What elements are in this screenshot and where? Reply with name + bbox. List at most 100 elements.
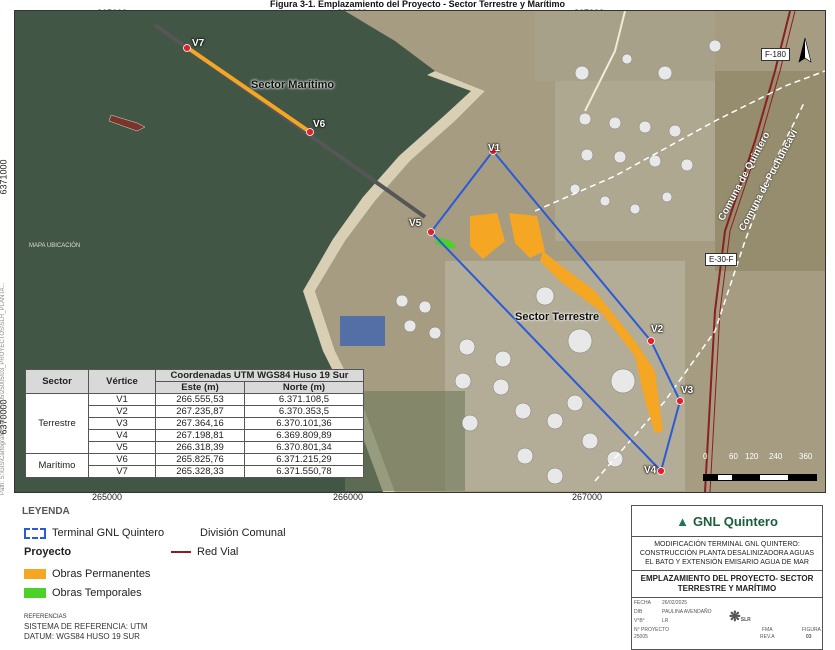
- cell-maritimo: Marítimo: [25, 453, 89, 478]
- road-label-f180: F-180: [761, 48, 790, 61]
- coord-y-left-1: 6371000: [0, 159, 9, 195]
- ref-1: SISTEMA DE REFERENCIA: UTM: [24, 622, 148, 631]
- th-sector: Sector: [25, 369, 89, 394]
- scale-label-360: 360: [799, 452, 813, 461]
- legend-temporales: Obras Temporales: [24, 587, 142, 599]
- legend-terminal: Terminal GNL Quintero: [24, 527, 164, 539]
- legend-permanentes: Obras Permanentes: [24, 568, 150, 580]
- slr-brand: SLR: [740, 617, 751, 623]
- cell-vertex: V4: [88, 429, 156, 442]
- vertex-label-v6: V6: [313, 119, 326, 130]
- vertex-label-v5: V5: [409, 218, 422, 229]
- cell-vertex: V7: [88, 465, 156, 478]
- cell-este: 267.198,81: [155, 429, 245, 442]
- temporal-swatch-icon: [24, 588, 46, 598]
- table-row: Terrestre V1 266.555,53 6.371.108,5: [25, 393, 364, 454]
- legend-proyecto-label: Proyecto: [24, 546, 72, 558]
- legend-temporales-label: Obras Temporales: [52, 587, 142, 599]
- references: REFERENCIAS SISTEMA DE REFERENCIA: UTM D…: [24, 612, 148, 642]
- th-este: Este (m): [155, 381, 245, 394]
- cell-vertex: V1: [88, 393, 156, 406]
- rev-value: REV.A: [760, 634, 775, 640]
- gnl-brand: GNL Quintero: [692, 513, 778, 529]
- map-frame[interactable]: V7 V6 V1 V5 V2 V3 V4 Sector Marítimo Sec…: [14, 10, 826, 493]
- th-vertice: Vértice: [88, 369, 156, 394]
- coord-x-bottom-2: 266000: [333, 492, 364, 502]
- vertex-v3: [676, 397, 684, 405]
- slr-logo-icon: ❋: [729, 608, 741, 624]
- vertex-v4: [657, 467, 665, 475]
- legend-title: LEYENDA: [22, 506, 70, 517]
- coord-x-bottom-1: 265000: [92, 492, 123, 502]
- vertex-label-v2: V2: [651, 324, 664, 335]
- vertex-label-v4: V4: [644, 465, 657, 476]
- cell-este: 265.328,33: [155, 465, 245, 478]
- sector-maritimo-label: Sector Marítimo: [251, 79, 335, 91]
- legend-permanentes-label: Obras Permanentes: [52, 568, 151, 580]
- cell-norte: 6.370.353,5: [244, 405, 364, 418]
- cell-norte: 6.371.550,78: [244, 465, 364, 478]
- project-description: MODIFICACIÓN TERMINAL GNL QUINTERO: CONS…: [632, 537, 822, 571]
- vertex-label-v7: V7: [192, 38, 205, 49]
- legend-division: División Comunal: [200, 527, 286, 539]
- th-norte: Norte (m): [244, 381, 364, 394]
- file-path: Path: S:\GIS\Cartografia\Setup\25005\250…: [0, 282, 6, 495]
- coord-x-bottom-3: 267000: [572, 492, 603, 502]
- vb-label: V°B°: [634, 618, 645, 624]
- title-block: ▲ GNL Quintero MODIFICACIÓN TERMINAL GNL…: [631, 505, 823, 650]
- road-swatch-icon: [171, 551, 191, 553]
- cell-norte: 6.369.809,89: [244, 429, 364, 442]
- legend-red-vial: Red Vial: [171, 546, 238, 558]
- cell-norte: 6.371.215,29: [244, 453, 364, 466]
- project-emplazamiento: EMPLAZAMIENTO DEL PROYECTO- SECTOR TERRE…: [632, 571, 822, 598]
- figura-label: FIGURA: [802, 627, 821, 633]
- road-label-e30f: E-30-F: [705, 253, 738, 266]
- coordinates-table: Sector Vértice Coordenadas UTM WGS84 Hus…: [25, 369, 364, 478]
- legend-terminal-label: Terminal GNL Quintero: [52, 527, 165, 539]
- cell-este: 265.825,76: [155, 453, 245, 466]
- dib-value: PAULINA AVENDAÑO: [662, 609, 712, 615]
- gnl-logo-icon: ▲: [676, 513, 689, 529]
- permanent-swatch-icon: [24, 569, 46, 579]
- scale-label-120: 120: [745, 452, 759, 461]
- cell-vertex: V6: [88, 453, 156, 466]
- legend-division-label: División Comunal: [200, 527, 286, 539]
- fecha-label: FECHA: [634, 600, 651, 606]
- cell-este: 267.364,16: [155, 417, 245, 430]
- terminal-swatch-icon: [24, 527, 46, 539]
- legend: LEYENDA Terminal GNL Quintero División C…: [14, 506, 614, 646]
- table-row: Marítimo V6 265.825,76 6.371.215,29: [25, 453, 364, 478]
- dib-label: DIB: [634, 609, 643, 615]
- title-block-meta: FECHA 26/02/2025 DIB PAULINA AVENDAÑO V°…: [632, 598, 822, 642]
- vertex-label-v1: V1: [488, 143, 501, 154]
- scale-label-0: 0: [703, 452, 708, 461]
- legend-red-vial-label: Red Vial: [197, 546, 239, 558]
- cell-este: 266.318,39: [155, 441, 245, 454]
- legend-proyecto: Proyecto: [24, 546, 71, 558]
- cell-este: 266.555,53: [155, 393, 245, 406]
- cell-norte: 6.371.108,5: [244, 393, 364, 406]
- vertex-v5: [427, 228, 435, 236]
- blue-buildings: [340, 316, 385, 346]
- scale-label-60: 60: [729, 452, 738, 461]
- refs-title: REFERENCIAS: [24, 614, 67, 620]
- gnl-logo: ▲ GNL Quintero: [632, 506, 822, 537]
- scale-label-240: 240: [769, 452, 783, 461]
- scale-bar: 0 60 120 240 360: [703, 452, 817, 481]
- sector-terrestre-label: Sector Terrestre: [515, 311, 600, 323]
- rev-label: FMA: [762, 627, 773, 633]
- slr-logo: ❋SLR: [729, 608, 751, 625]
- cell-vertex: V3: [88, 417, 156, 430]
- th-coordenadas: Coordenadas UTM WGS84 Huso 19 Sur: [155, 369, 364, 382]
- fecha-value: 26/02/2025: [662, 600, 688, 606]
- proyecto-label: N° PROYECTO: [634, 627, 669, 633]
- cell-norte: 6.370.101,36: [244, 417, 364, 430]
- vertex-label-v3: V3: [681, 385, 694, 396]
- vb-value: LR: [662, 618, 669, 624]
- figura-value: 03: [806, 634, 812, 640]
- cell-norte: 6.370.801,34: [244, 441, 364, 454]
- cell-terrestre: Terrestre: [25, 393, 89, 454]
- cell-vertex: V5: [88, 441, 156, 454]
- map-ubicacion-label: MAPA UBICACIÓN: [29, 243, 81, 249]
- ref-2: DATUM: WGS84 HUSO 19 SUR: [24, 632, 140, 641]
